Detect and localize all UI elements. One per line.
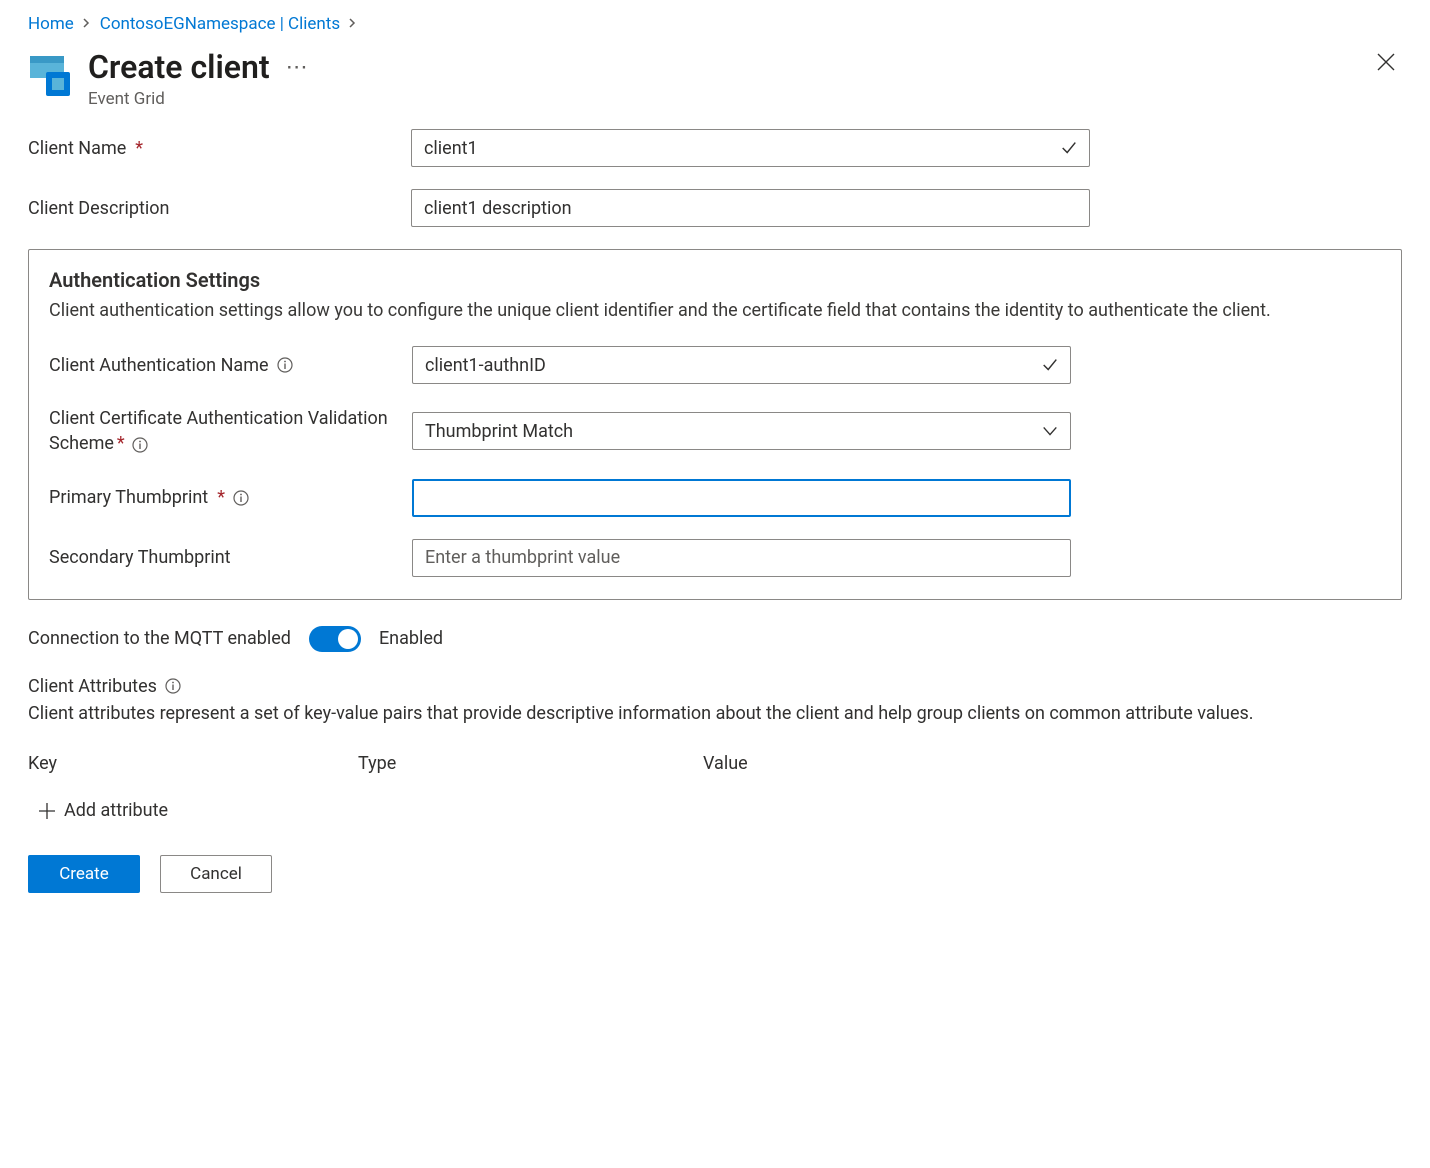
breadcrumb-home[interactable]: Home [28,14,74,34]
info-icon[interactable] [165,678,182,695]
attributes-table-header: Key Type Value [28,753,1402,774]
attr-column-type: Type [358,753,703,774]
create-button[interactable]: Create [28,855,140,893]
primary-thumb-label: Primary Thumbprint* [49,487,404,508]
info-icon[interactable] [277,357,294,374]
breadcrumb-namespace[interactable]: ContosoEGNamespace | Clients [100,14,340,34]
client-name-label: Client Name* [28,138,403,159]
auth-panel-description: Client authentication settings allow you… [49,298,1381,324]
secondary-thumbprint-input[interactable] [412,539,1071,577]
client-attributes-description: Client attributes represent a set of key… [28,701,1402,728]
chevron-right-icon [82,16,92,32]
breadcrumb: Home ContosoEGNamespace | Clients [28,14,1402,34]
info-icon[interactable] [233,489,250,506]
client-name-input[interactable] [411,129,1090,167]
attr-column-key: Key [28,753,358,774]
mqtt-toggle-state: Enabled [379,628,443,649]
add-attribute-button[interactable]: Add attribute [38,800,1402,821]
auth-name-label: Client Authentication Name [49,355,404,376]
close-button[interactable] [1374,50,1402,78]
validation-scheme-label: Client Certificate Authentication Valida… [49,406,404,456]
secondary-thumb-label: Secondary Thumbprint [49,547,404,568]
page-title: Create client [88,50,270,85]
cancel-button[interactable]: Cancel [160,855,272,893]
client-attributes-heading: Client Attributes [28,676,157,697]
auth-panel-title: Authentication Settings [49,268,1381,292]
client-desc-label: Client Description [28,198,403,219]
primary-thumbprint-input[interactable] [412,479,1071,517]
client-desc-input[interactable] [411,189,1090,227]
validation-scheme-select[interactable]: Thumbprint Match [412,412,1071,450]
info-icon[interactable] [131,436,148,453]
resource-icon [28,52,76,98]
chevron-right-icon [348,16,358,32]
mqtt-toggle[interactable] [309,626,361,652]
page-header: Create client ⋯ Event Grid [28,50,1402,109]
mqtt-toggle-label: Connection to the MQTT enabled [28,628,291,649]
authentication-settings-panel: Authentication Settings Client authentic… [28,249,1402,599]
attr-column-value: Value [703,753,1402,774]
more-actions-button[interactable]: ⋯ [282,55,314,80]
plus-icon [38,802,56,820]
page-subtitle: Event Grid [88,89,1362,109]
auth-name-input[interactable] [412,346,1071,384]
